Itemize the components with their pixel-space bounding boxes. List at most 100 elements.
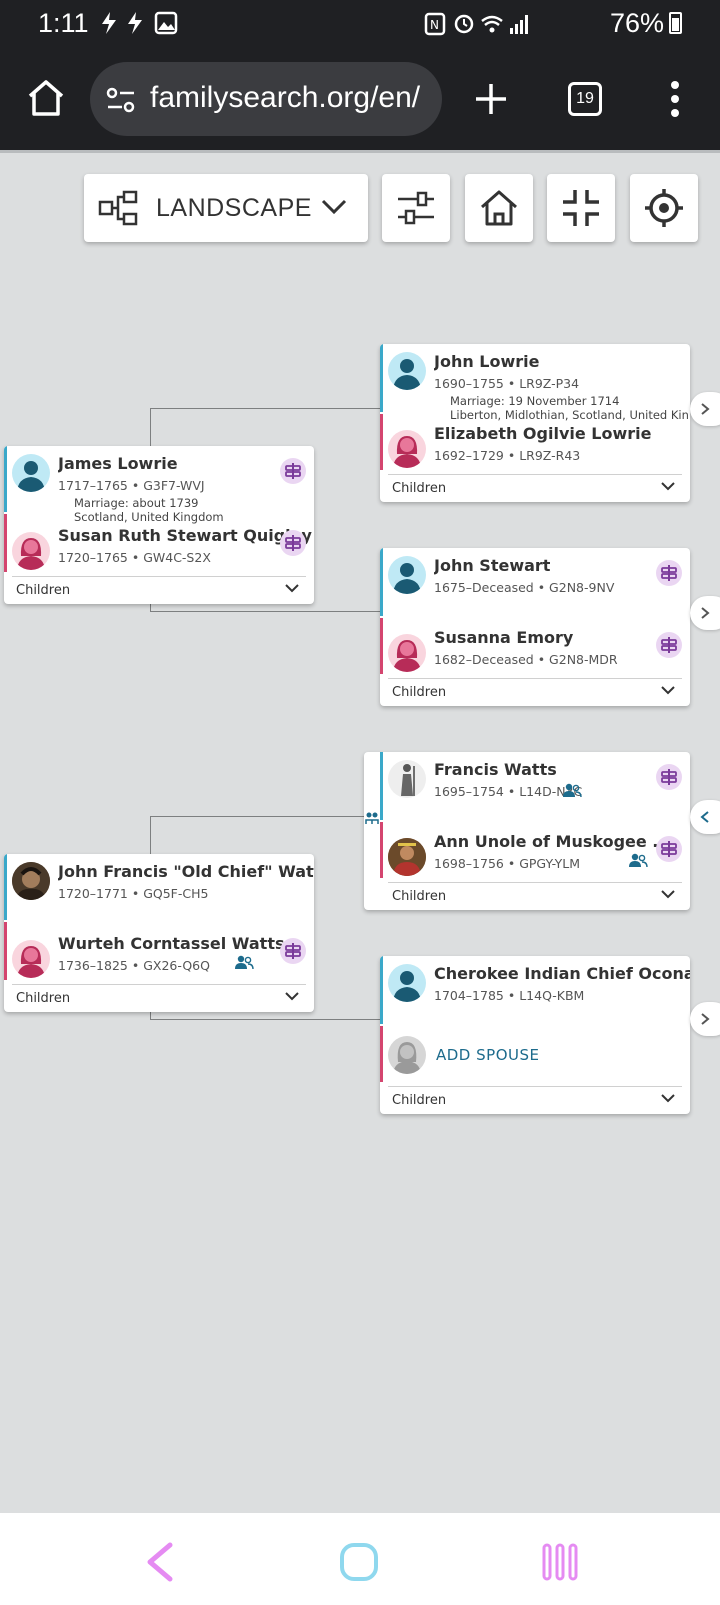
avatar <box>12 454 50 492</box>
add-spouse-link[interactable]: ADD SPOUSE <box>436 1046 539 1064</box>
browser-toolbar: familysearch.org/en/ 19 <box>0 50 720 150</box>
avatar <box>388 964 426 1002</box>
male-indicator <box>380 956 383 1024</box>
person-info: 1698–1756 • GPGY-YLM <box>434 856 581 871</box>
research-hint-icon[interactable] <box>280 530 306 556</box>
children-dropdown[interactable]: Children <box>388 474 682 502</box>
notification-icons <box>100 10 180 42</box>
back-icon[interactable] <box>140 1541 180 1587</box>
female-indicator <box>380 822 383 878</box>
children-dropdown[interactable]: Children <box>388 678 682 706</box>
collapse-icon <box>561 188 601 232</box>
person-name[interactable]: Wurteh Corntassel Watts <box>58 934 285 953</box>
chevron-down-icon <box>660 481 676 493</box>
person-info: 1736–1825 • GX26-Q6Q <box>58 958 210 973</box>
children-label: Children <box>16 583 71 598</box>
target-icon <box>644 188 684 232</box>
children-dropdown[interactable]: Children <box>388 1086 682 1114</box>
chevron-right-icon <box>701 403 710 415</box>
marriage-place: Liberton, Midlothian, Scotland, United K… <box>450 408 690 422</box>
address-bar[interactable]: familysearch.org/en/ <box>90 62 442 136</box>
children-label: Children <box>16 991 71 1006</box>
avatar-photo <box>388 760 426 798</box>
chevron-down-icon <box>660 685 676 697</box>
marriage-date: Marriage: 19 November 1714 <box>450 394 620 408</box>
url-text: familysearch.org/en/ <box>150 81 421 114</box>
tree-connector <box>150 408 382 447</box>
male-indicator <box>4 854 7 920</box>
chevron-right-icon <box>701 1013 710 1025</box>
chevron-left-icon <box>700 811 709 823</box>
person-name[interactable]: Elizabeth Ogilvie Lowrie <box>434 424 651 443</box>
children-label: Children <box>392 1093 447 1108</box>
collapse-button[interactable] <box>547 174 615 242</box>
male-indicator <box>4 446 7 512</box>
system-icons: N <box>424 11 532 42</box>
male-indicator <box>380 548 383 616</box>
home-icon[interactable] <box>26 78 66 122</box>
filter-settings-button[interactable] <box>382 174 450 242</box>
relationship-icon[interactable] <box>365 810 379 829</box>
person-name[interactable]: Cherokee Indian Chief Oconasto... <box>434 964 690 983</box>
expand-ancestors-button[interactable] <box>690 596 720 630</box>
tab-switcher-button[interactable]: 19 <box>568 82 602 116</box>
person-name[interactable]: John Francis "Old Chief" Watts <box>58 862 314 881</box>
avatar <box>12 940 50 978</box>
avatar <box>388 352 426 390</box>
person-name[interactable]: John Stewart <box>434 556 550 575</box>
research-hint-icon[interactable] <box>656 764 682 790</box>
person-name[interactable]: Francis Watts <box>434 760 557 779</box>
svg-text:N: N <box>430 18 445 32</box>
new-tab-icon[interactable] <box>474 82 508 120</box>
person-name[interactable]: James Lowrie <box>58 454 178 473</box>
sliders-icon <box>396 190 436 230</box>
expand-ancestors-button[interactable] <box>690 800 720 834</box>
person-info: 1720–1765 • GW4C-S2X <box>58 550 211 565</box>
couple-card[interactable]: Cherokee Indian Chief Oconasto... 1704–1… <box>380 956 690 1114</box>
children-label: Children <box>392 685 447 700</box>
research-hint-icon[interactable] <box>280 458 306 484</box>
research-hint-icon[interactable] <box>656 560 682 586</box>
children-label: Children <box>392 481 447 496</box>
female-indicator <box>380 1026 383 1082</box>
male-indicator <box>380 752 383 820</box>
status-time: 1:11 <box>38 8 89 38</box>
family-icon <box>234 954 254 970</box>
person-name[interactable]: Susan Ruth Stewart Quigley ... <box>58 526 314 545</box>
person-name[interactable]: Susanna Emory <box>434 628 573 647</box>
female-indicator <box>4 514 7 572</box>
site-settings-icon[interactable] <box>106 86 136 118</box>
person-name[interactable]: Ann Unole of Muskogee ... <box>434 832 671 851</box>
view-select[interactable]: LANDSCAPE <box>84 174 368 242</box>
couple-card[interactable]: Francis Watts 1695–1754 • L14D-N3C Ann U… <box>364 752 690 910</box>
tree-connector <box>150 816 364 854</box>
avatar-photo <box>12 862 50 900</box>
recent-apps-icon[interactable] <box>540 1541 580 1587</box>
couple-card[interactable]: James Lowrie 1717–1765 • G3F7-WVJ Marria… <box>4 446 314 604</box>
research-hint-icon[interactable] <box>656 836 682 862</box>
expand-ancestors-button[interactable] <box>690 392 720 426</box>
more-menu-icon[interactable] <box>668 80 682 122</box>
children-dropdown[interactable]: Children <box>12 576 306 604</box>
home-person-button[interactable] <box>465 174 533 242</box>
home-nav-icon[interactable] <box>338 1541 380 1587</box>
female-indicator <box>380 618 383 674</box>
tree-layout-icon <box>98 190 138 230</box>
avatar-photo <box>388 838 426 876</box>
avatar <box>388 556 426 594</box>
children-dropdown[interactable]: Children <box>12 984 306 1012</box>
children-dropdown[interactable]: Children <box>388 882 682 910</box>
children-label: Children <box>392 889 447 904</box>
family-icon <box>562 782 582 798</box>
status-bar: 1:11 N 76% <box>0 0 720 50</box>
expand-ancestors-button[interactable] <box>690 1002 720 1036</box>
couple-card[interactable]: John Francis "Old Chief" Watts 1720–1771… <box>4 854 314 1012</box>
recenter-button[interactable] <box>630 174 698 242</box>
person-name[interactable]: John Lowrie <box>434 352 540 371</box>
couple-card[interactable]: John Stewart 1675–Deceased • G2N8-9NV Su… <box>380 548 690 706</box>
couple-card[interactable]: John Lowrie 1690–1755 • LR9Z-P34 Marriag… <box>380 344 690 502</box>
female-indicator <box>380 414 383 470</box>
chevron-down-icon <box>320 198 348 220</box>
research-hint-icon[interactable] <box>280 938 306 964</box>
research-hint-icon[interactable] <box>656 632 682 658</box>
